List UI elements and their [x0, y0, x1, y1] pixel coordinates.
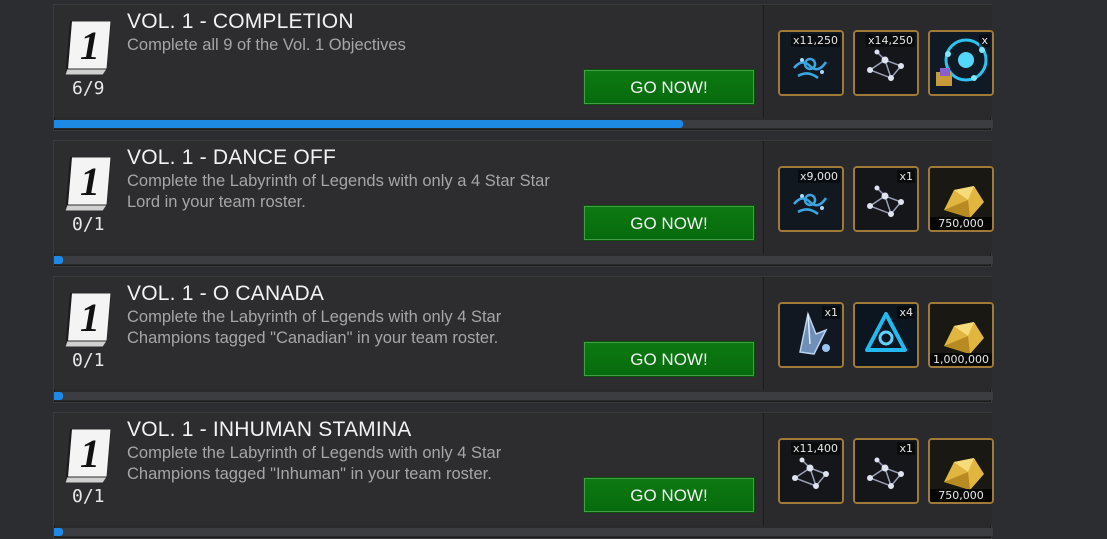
- reward-quantity: x14,250: [866, 34, 915, 47]
- reward-quantity: x: [979, 34, 990, 47]
- reward-signature-stone[interactable]: x4: [853, 302, 919, 368]
- progress-bar: [54, 256, 993, 264]
- reward-crystal-bundle[interactable]: x: [928, 30, 994, 96]
- progress-bar-fill: [54, 256, 64, 264]
- rewards-panel: x11,400 x1 750,000: [763, 413, 994, 525]
- objective-title: VOL. 1 - COMPLETION: [127, 10, 354, 33]
- objective-description: Complete the Labyrinth of Legends with o…: [127, 308, 502, 347]
- reward-catalyst-fragment[interactable]: x11,250: [778, 30, 844, 96]
- objective-progress-count: 0/1: [72, 214, 105, 235]
- progress-bar-fill: [54, 392, 64, 400]
- objective-info: 1 VOL. 1 - O CANADA Complete the Labyrin…: [54, 277, 762, 389]
- progress-bar: [54, 392, 993, 400]
- objective-info: 1 VOL. 1 - INHUMAN STAMINA Complete the …: [54, 413, 762, 525]
- reward-quantity: x9,000: [797, 170, 840, 183]
- reward-shard-crystal[interactable]: x1: [778, 302, 844, 368]
- objective-book-icon: 1: [64, 428, 112, 484]
- progress-bar-fill: [54, 528, 64, 536]
- objective-title: VOL. 1 - INHUMAN STAMINA: [127, 418, 412, 441]
- reward-quantity: 750,000: [930, 489, 992, 502]
- reward-quantity: x1: [822, 306, 840, 319]
- objective-book-icon: 1: [64, 20, 112, 76]
- objective-card: 1 VOL. 1 - O CANADA Complete the Labyrin…: [53, 276, 994, 403]
- objective-progress-count: 0/1: [72, 486, 105, 507]
- objective-card: 1 VOL. 1 - COMPLETION Complete all 9 of …: [53, 4, 994, 131]
- go-now-button[interactable]: GO NOW!: [583, 69, 755, 105]
- reward-quantity: x1: [897, 442, 915, 455]
- objective-progress-count: 0/1: [72, 350, 105, 371]
- progress-bar-fill: [54, 120, 684, 128]
- reward-quantity: x1: [897, 170, 915, 183]
- reward-catalyst-shard[interactable]: x11,400: [778, 438, 844, 504]
- progress-bar: [54, 528, 993, 536]
- svg-text:1: 1: [80, 295, 100, 340]
- reward-catalyst-shard[interactable]: x1: [853, 166, 919, 232]
- reward-gold[interactable]: 1,000,000: [928, 302, 994, 368]
- objective-info: 1 VOL. 1 - DANCE OFF Complete the Labyri…: [54, 141, 762, 253]
- reward-catalyst-shard[interactable]: x14,250: [853, 30, 919, 96]
- objective-book-icon: 1: [64, 156, 112, 212]
- objective-description: Complete the Labyrinth of Legends with o…: [127, 172, 550, 211]
- reward-catalyst-shard[interactable]: x1: [853, 438, 919, 504]
- reward-gold[interactable]: 750,000: [928, 438, 994, 504]
- svg-text:1: 1: [80, 431, 100, 476]
- go-now-button[interactable]: GO NOW!: [583, 477, 755, 513]
- objective-card: 1 VOL. 1 - DANCE OFF Complete the Labyri…: [53, 140, 994, 267]
- reward-quantity: x4: [897, 306, 915, 319]
- reward-catalyst-fragment[interactable]: x9,000: [778, 166, 844, 232]
- reward-quantity: 1,000,000: [930, 353, 992, 366]
- go-now-button[interactable]: GO NOW!: [583, 205, 755, 241]
- svg-text:1: 1: [80, 159, 100, 204]
- reward-gold[interactable]: 750,000: [928, 166, 994, 232]
- objective-info: 1 VOL. 1 - COMPLETION Complete all 9 of …: [54, 5, 762, 117]
- go-now-button[interactable]: GO NOW!: [583, 341, 755, 377]
- reward-quantity: 750,000: [930, 217, 992, 230]
- svg-text:1: 1: [80, 23, 100, 68]
- objective-progress-count: 6/9: [72, 78, 105, 99]
- objective-description: Complete all 9 of the Vol. 1 Objectives: [127, 36, 406, 54]
- rewards-panel: x9,000 x1 750,000: [763, 141, 994, 253]
- rewards-panel: x1 x4 1,000,000: [763, 277, 994, 389]
- objective-book-icon: 1: [64, 292, 112, 348]
- rewards-panel: x11,250 x14,250 x: [763, 5, 994, 117]
- objective-title: VOL. 1 - O CANADA: [127, 282, 325, 305]
- objective-title: VOL. 1 - DANCE OFF: [127, 146, 336, 169]
- objective-description: Complete the Labyrinth of Legends with o…: [127, 444, 502, 483]
- reward-quantity: x11,250: [791, 34, 840, 47]
- progress-bar: [54, 120, 993, 128]
- reward-quantity: x11,400: [791, 442, 840, 455]
- objective-card: 1 VOL. 1 - INHUMAN STAMINA Complete the …: [53, 412, 994, 539]
